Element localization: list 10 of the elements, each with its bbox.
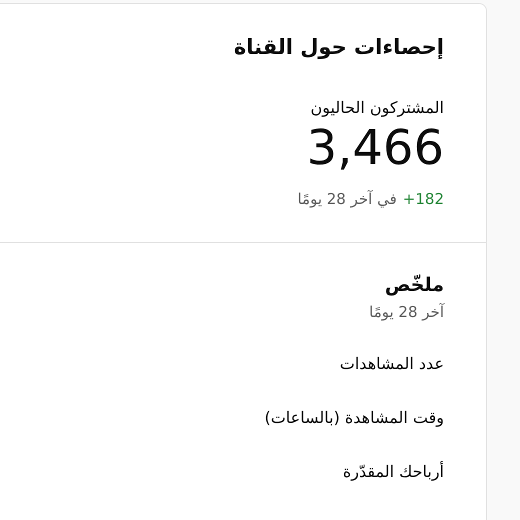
card-title: إحصاءات حول القناة — [234, 34, 444, 62]
metric-label: وقت المشاهدة (بالساعات) — [264, 407, 444, 429]
metric-label: عدد المشاهدات — [340, 353, 444, 375]
subscriber-count: 3,466 — [306, 120, 444, 176]
metric-label: أرباحك المقدّرة — [342, 460, 444, 483]
subscriber-change: +182 — [402, 189, 444, 210]
summary-title: ملخّص — [384, 273, 444, 298]
subscribers-label: المشتركون الحاليون — [310, 97, 444, 119]
summary-period: آخر 28 يومًا — [369, 302, 444, 323]
change-period: في آخر 28 يومًا — [297, 189, 397, 210]
